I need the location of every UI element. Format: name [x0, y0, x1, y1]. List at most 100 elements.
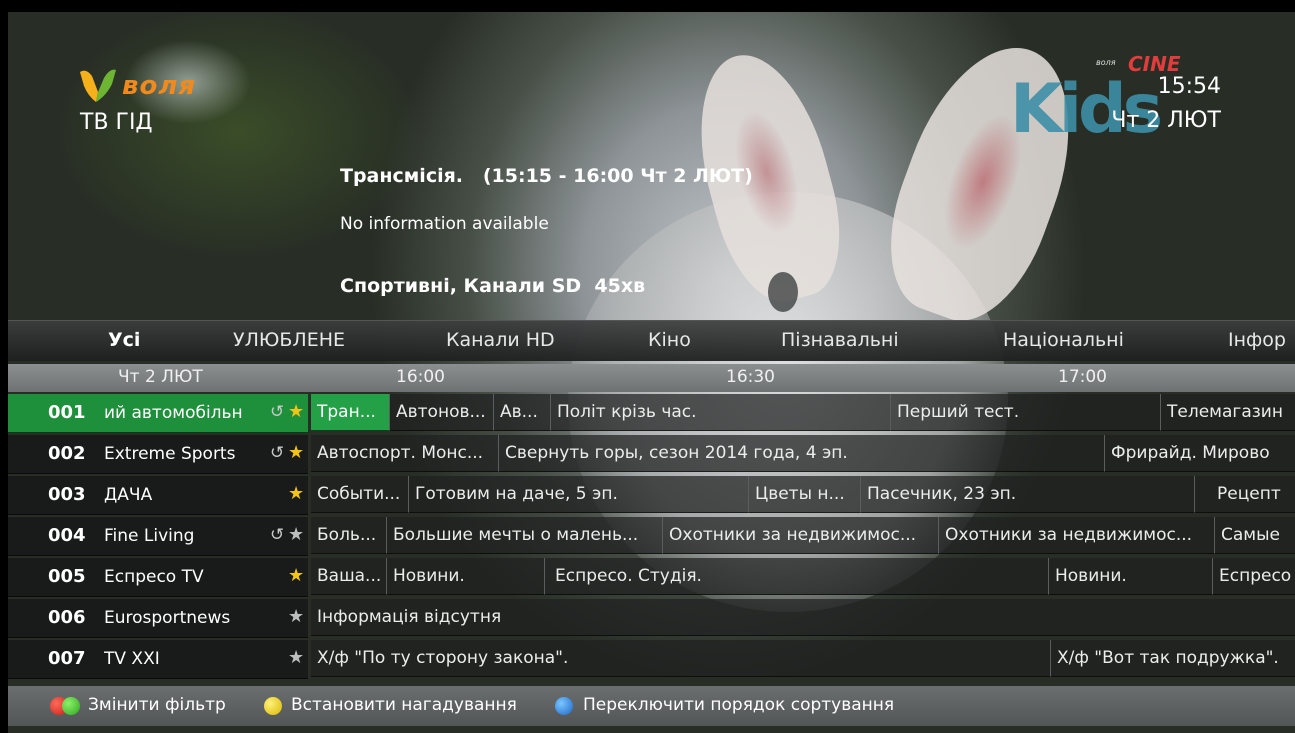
program-cell[interactable]: Ав... — [494, 394, 551, 431]
channel-row: 006 Eurosportnews ★ Інформація відсутня — [8, 599, 1295, 638]
tab-info[interactable]: Інфор — [1228, 329, 1286, 351]
channel-row: 004 Fine Living ↺ ★ Боль... Большие мечт… — [8, 517, 1295, 556]
channel-cell[interactable]: 004 Fine Living ↺ ★ — [8, 517, 308, 556]
favorite-star-icon[interactable]: ★ — [288, 524, 304, 545]
channel-logo-cine: CINE — [1128, 52, 1181, 76]
replay-icon: ↺ — [270, 402, 285, 422]
favorite-star-icon[interactable]: ★ — [288, 401, 304, 422]
channel-number: 006 — [48, 607, 86, 628]
program-title: Трансмісія. (15:15 - 16:00 Чт 2 ЛЮТ) — [340, 165, 753, 187]
tab-favorites[interactable]: УЛЮБЛЕНЕ — [233, 329, 345, 351]
blue-button-icon — [555, 697, 573, 715]
channel-name: Еспресо TV — [104, 567, 204, 587]
toggle-sort-label[interactable]: Переключити порядок сортування — [583, 695, 894, 715]
yellow-button-icon — [264, 697, 282, 715]
channel-number: 005 — [48, 566, 86, 587]
program-cell[interactable]: Ваша... — [311, 558, 387, 595]
channel-row: 005 Еспресо TV ★ Ваша... Новини. Еспресо… — [8, 558, 1295, 597]
green-button-icon — [62, 697, 80, 715]
timeline-slot-1630: 16:30 — [726, 367, 775, 387]
channel-name: Extreme Sports — [104, 444, 236, 464]
favorite-star-icon[interactable]: ★ — [288, 565, 304, 586]
channel-cell[interactable]: 007 TV XXI ★ — [8, 640, 308, 679]
program-cell[interactable]: Пасечник, 23 эп. — [861, 476, 1195, 513]
filter-tabs-clip: Усі УЛЮБЛЕНЕ Канали HD Кіно Пізнавальні … — [8, 321, 1295, 361]
program-cell[interactable]: Х/ф "По ту сторону закона". — [311, 640, 1051, 677]
logo-text: воля — [122, 71, 197, 101]
channel-logo: Kids воля CINE — [1010, 52, 1210, 149]
favorite-star-icon[interactable]: ★ — [288, 483, 304, 504]
channel-cell[interactable]: 002 Extreme Sports ↺ ★ — [8, 435, 308, 474]
favorite-star-icon[interactable]: ★ — [288, 442, 304, 463]
program-row: Ваша... Новини. Еспресо. Студія. Новини.… — [311, 558, 1295, 596]
program-cell[interactable]: Еспресо. Студія. — [545, 558, 1049, 595]
program-row: Автоспорт. Монс... Свернуть горы, сезон … — [311, 435, 1295, 473]
channel-row: 003 ДАЧА ★ Событи... Готовим на даче, 5 … — [8, 476, 1295, 515]
program-cell[interactable]: Перший тест. — [891, 394, 1161, 431]
set-reminder-label[interactable]: Встановити нагадування — [291, 695, 517, 715]
clock-date: Чт 2 ЛЮТ — [1111, 108, 1221, 133]
program-cell[interactable]: Новини. — [387, 558, 545, 595]
program-row: Інформація відсутня — [311, 599, 1295, 637]
program-cell[interactable]: Політ крізь час. — [551, 394, 891, 431]
footer-legend: Змінити фільтр Встановити нагадування Пе… — [8, 686, 1295, 726]
volya-v-icon — [80, 69, 116, 102]
program-cell[interactable]: Охотники за недвижимос... — [663, 517, 939, 554]
program-cell[interactable]: Тран... — [311, 394, 390, 431]
channel-cell[interactable]: 003 ДАЧА ★ — [8, 476, 308, 515]
channel-number: 003 — [48, 484, 86, 505]
clock-time: 15:54 — [1157, 74, 1221, 99]
channel-number: 004 — [48, 525, 86, 546]
program-cell[interactable]: Інформація відсутня — [311, 599, 1295, 636]
change-filter-label[interactable]: Змінити фільтр — [88, 695, 226, 715]
favorite-star-icon[interactable]: ★ — [288, 606, 304, 627]
program-row: Тран... Автонов... Ав... Політ крізь час… — [311, 394, 1295, 432]
program-cell[interactable]: Автоспорт. Монс... — [311, 435, 499, 472]
program-cell[interactable]: Еспресо — [1213, 558, 1295, 595]
timeline-slot-1700: 17:00 — [1058, 367, 1107, 387]
program-cell[interactable]: Телемагазин — [1161, 394, 1295, 431]
program-row: Х/ф "По ту сторону закона". Х/ф "Вот так… — [311, 640, 1295, 678]
channel-row: 001 ий автомобільн ↺ ★ Тран... Автонов..… — [8, 394, 1295, 433]
program-cell[interactable]: Боль... — [311, 517, 387, 554]
program-cell[interactable]: Х/ф "Вот так подружка". — [1051, 640, 1295, 677]
program-cell[interactable]: Рецепт — [1195, 476, 1295, 513]
program-cell[interactable]: Автонов... — [390, 394, 494, 431]
tab-movies[interactable]: Кіно — [648, 329, 691, 351]
channel-cell[interactable]: 006 Eurosportnews ★ — [8, 599, 308, 638]
timeline-bar: Чт 2 ЛЮТ 16:00 16:30 17:00 — [8, 364, 1295, 392]
replay-icon: ↺ — [270, 525, 285, 545]
program-cell[interactable]: Фрирайд. Мирово — [1105, 435, 1295, 472]
epg-grid: 001 ий автомобільн ↺ ★ Тран... Автонов..… — [8, 394, 1295, 684]
program-cell[interactable]: Новини. — [1049, 558, 1213, 595]
channel-number: 007 — [48, 648, 86, 669]
tab-educational[interactable]: Пізнавальні — [781, 329, 899, 351]
channel-name: Eurosportnews — [104, 608, 231, 628]
program-cell[interactable]: Цветы н... — [749, 476, 861, 513]
program-cell[interactable]: Готовим на даче, 5 эп. — [409, 476, 749, 513]
channel-number: 001 — [48, 402, 86, 423]
channel-cell[interactable]: 001 ий автомобільн ↺ ★ — [8, 394, 308, 433]
program-cell[interactable]: Самые — [1215, 517, 1295, 554]
channel-name: Fine Living — [104, 526, 195, 546]
program-cell[interactable]: Событи... — [311, 476, 409, 513]
program-cell[interactable]: Охотники за недвижимос... — [939, 517, 1215, 554]
channel-number: 002 — [48, 443, 86, 464]
page-title: ТВ ГІД — [80, 110, 153, 135]
tv-guide-screen: воля ТВ ГІД Kids воля CINE 15:54 Чт 2 ЛЮ… — [0, 0, 1295, 733]
provider-logo: воля — [76, 66, 196, 106]
channel-cell[interactable]: 005 Еспресо TV ★ — [8, 558, 308, 597]
channel-logo-volya: воля — [1096, 58, 1116, 67]
channel-row: 002 Extreme Sports ↺ ★ Автоспорт. Монс..… — [8, 435, 1295, 474]
top-black-bar — [0, 0, 1295, 12]
favorite-star-icon[interactable]: ★ — [288, 647, 304, 668]
filter-tabs: Усі УЛЮБЛЕНЕ Канали HD Кіно Пізнавальні … — [8, 320, 1295, 361]
channel-name: ий автомобільн — [104, 403, 243, 423]
program-cell[interactable]: Большие мечты о малень... — [387, 517, 663, 554]
tab-hd-channels[interactable]: Канали HD — [446, 329, 555, 351]
tab-national[interactable]: Національні — [1003, 329, 1124, 351]
background-rabbit-eye — [768, 272, 798, 312]
program-row: Событи... Готовим на даче, 5 эп. Цветы н… — [311, 476, 1295, 514]
program-cell[interactable]: Свернуть горы, сезон 2014 года, 4 эп. — [499, 435, 1105, 472]
tab-all[interactable]: Усі — [108, 329, 140, 351]
